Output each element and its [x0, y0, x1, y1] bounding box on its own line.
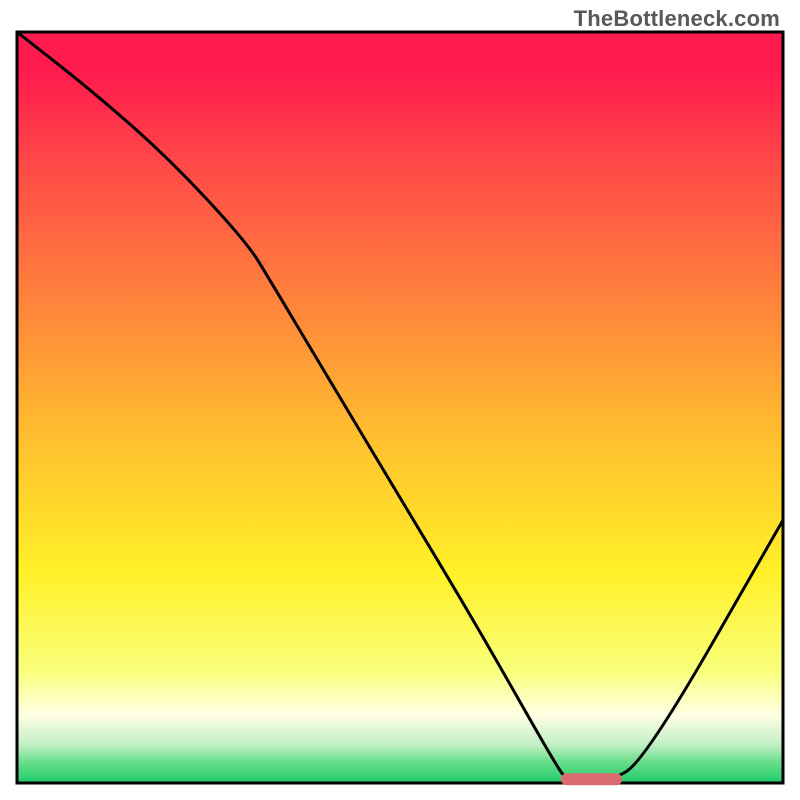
gradient-background [17, 32, 783, 783]
watermark-label: TheBottleneck.com [574, 6, 780, 32]
plot-area [17, 32, 783, 785]
bottleneck-chart [0, 0, 800, 800]
chart-container: TheBottleneck.com [0, 0, 800, 800]
optimal-range-marker [561, 773, 622, 785]
